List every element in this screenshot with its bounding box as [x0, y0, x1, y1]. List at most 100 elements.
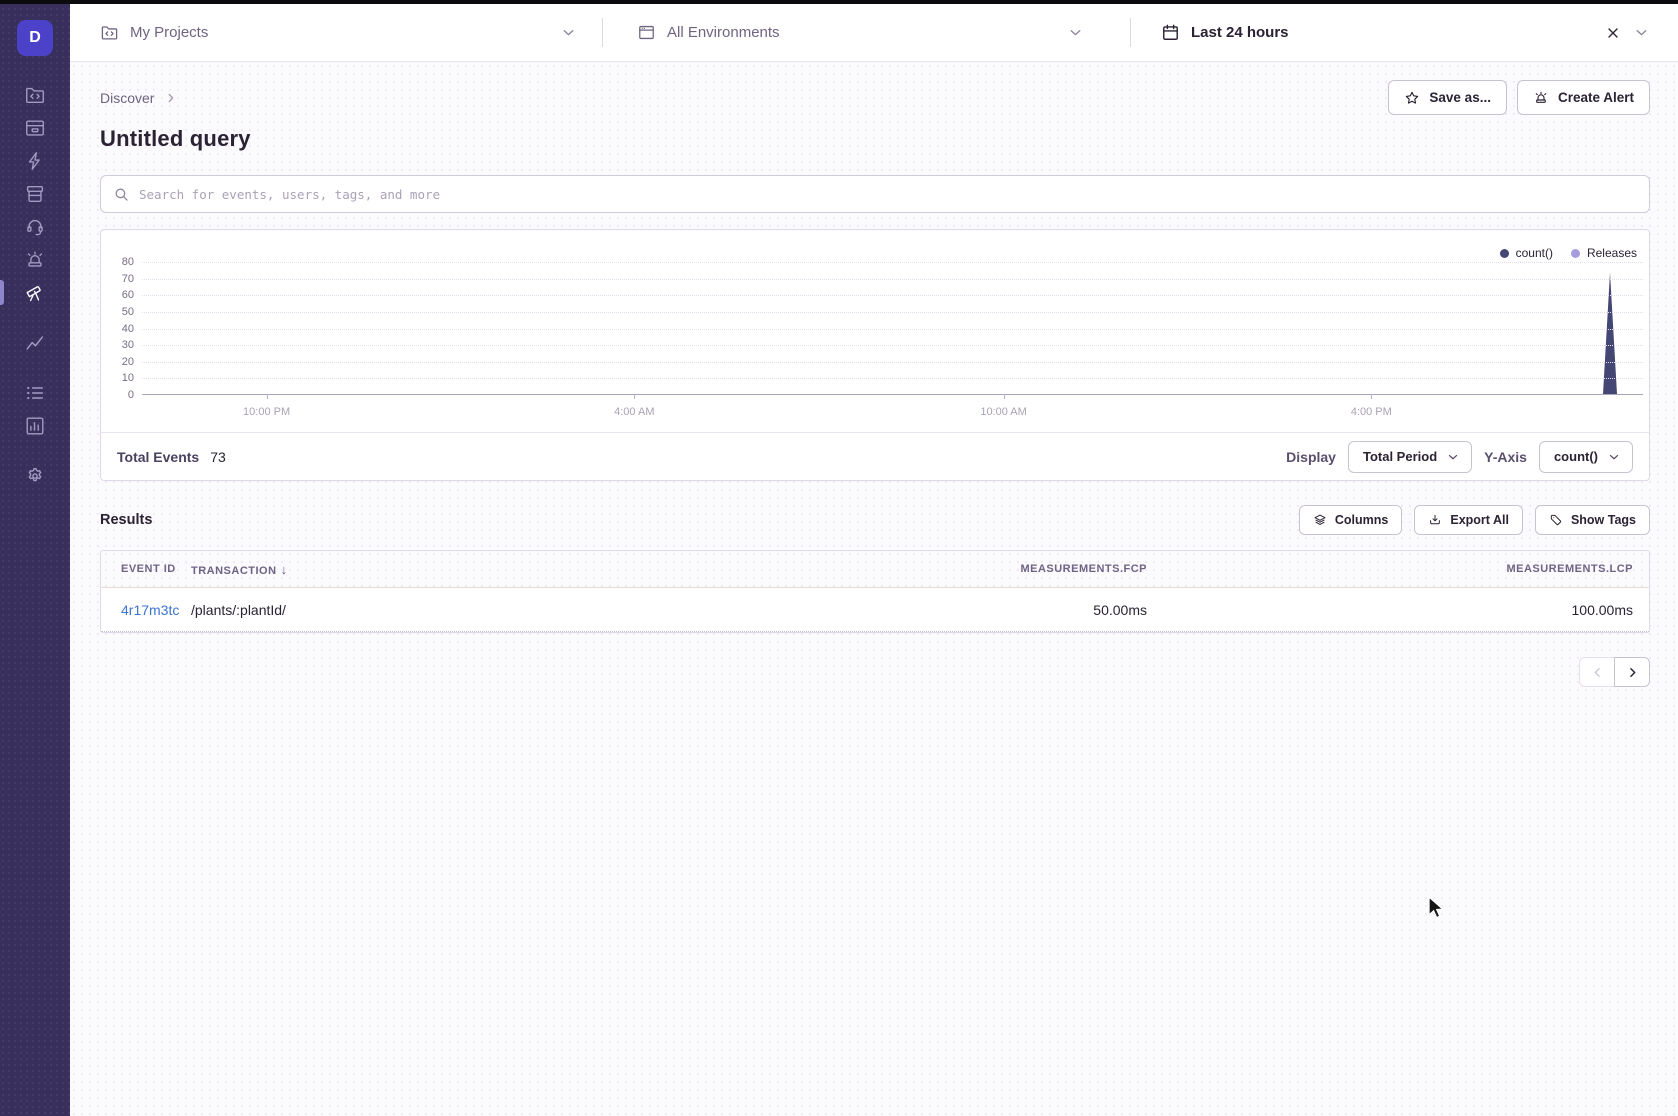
- topbar: My Projects All Environments: [70, 0, 1678, 62]
- date-filter-dropdown[interactable]: Last 24 hours: [1131, 4, 1678, 61]
- org-avatar[interactable]: D: [17, 20, 53, 56]
- y-axis-tick: 70: [122, 273, 134, 285]
- table-header-row: EVENT ID TRANSACTION ↓ MEASUREMENTS.FCP M…: [101, 551, 1649, 588]
- x-axis-tick: 10:00 PM: [243, 406, 290, 418]
- sidebar-item-settings[interactable]: [0, 459, 70, 492]
- display-label: Display: [1286, 449, 1336, 465]
- sidebar-item-performance[interactable]: [0, 144, 70, 177]
- project-filter-dropdown[interactable]: My Projects: [70, 4, 602, 61]
- page-head: Discover Save as...: [100, 62, 1650, 152]
- search-bar: [100, 175, 1650, 213]
- search-icon: [113, 186, 130, 203]
- legend-label: count(): [1516, 246, 1553, 260]
- clear-date-icon[interactable]: [1605, 25, 1621, 41]
- page-content: Discover Save as...: [70, 62, 1678, 1116]
- y-axis-tick: 50: [122, 306, 134, 318]
- sort-desc-arrow-icon: ↓: [281, 562, 288, 577]
- project-filter-label: My Projects: [130, 24, 208, 41]
- sidebar-item-dashboards[interactable]: [0, 326, 70, 359]
- results-head: Results Columns Export All: [100, 505, 1650, 535]
- x-axis-tickmark: [267, 394, 268, 399]
- legend-dot: [1571, 249, 1580, 258]
- chevron-right-icon: [1625, 665, 1640, 680]
- main-area: My Projects All Environments: [70, 0, 1678, 1116]
- environment-filter-dropdown[interactable]: All Environments: [603, 4, 1130, 61]
- lightning-icon: [24, 150, 46, 172]
- export-all-button[interactable]: Export All: [1414, 505, 1523, 535]
- columns-button[interactable]: Columns: [1299, 505, 1402, 535]
- download-icon: [1428, 513, 1442, 527]
- x-axis-tickmark: [1004, 394, 1005, 399]
- legend-entry-count[interactable]: count(): [1500, 246, 1553, 260]
- search-input[interactable]: [139, 187, 1637, 202]
- y-axis-tick: 20: [122, 356, 134, 368]
- column-header-event-id[interactable]: EVENT ID: [101, 563, 191, 575]
- column-header-transaction[interactable]: TRANSACTION ↓: [191, 562, 851, 577]
- sidebar-item-alerts[interactable]: [0, 243, 70, 276]
- date-filter-label: Last 24 hours: [1191, 24, 1289, 41]
- x-axis-tick: 10:00 AM: [980, 406, 1026, 418]
- chevron-left-icon: [1590, 665, 1605, 680]
- y-axis-tick: 80: [122, 256, 134, 268]
- legend-entry-releases[interactable]: Releases: [1571, 246, 1637, 260]
- x-axis-tickmark: [634, 394, 635, 399]
- create-alert-button[interactable]: Create Alert: [1517, 80, 1650, 115]
- event-id-link[interactable]: 4r17m3tc: [101, 602, 191, 618]
- x-axis-tickmark: [1371, 394, 1372, 399]
- app-root: D My Projects All Environments: [0, 0, 1678, 1116]
- chevron-down-icon: [1067, 24, 1084, 41]
- sidebar-item-activity[interactable]: [0, 376, 70, 409]
- headset-icon: [24, 216, 46, 238]
- y-axis-tick: 0: [128, 389, 134, 401]
- save-as-button[interactable]: Save as...: [1388, 80, 1507, 115]
- column-header-measurements-fcp[interactable]: MEASUREMENTS.FCP: [851, 563, 1151, 575]
- sidebar-item-support[interactable]: [0, 210, 70, 243]
- save-as-label: Save as...: [1429, 90, 1491, 105]
- sidebar-item-stats[interactable]: [0, 409, 70, 442]
- sidebar-item-discover[interactable]: [0, 276, 70, 309]
- chart-panel-footer: Total Events 73 Display Total Period Y-A…: [101, 432, 1649, 480]
- next-page-button[interactable]: [1614, 657, 1650, 687]
- bar-chart-icon: [24, 415, 46, 437]
- chart-region: count() Releases 80706050403020100 10:00…: [101, 230, 1649, 432]
- legend-label: Releases: [1587, 246, 1637, 260]
- chart-plot[interactable]: [142, 262, 1643, 395]
- window-top-edge: [0, 0, 1678, 4]
- calendar-icon: [1161, 23, 1180, 42]
- x-axis-tick: 4:00 AM: [614, 406, 654, 418]
- code-folder-icon: [24, 84, 46, 106]
- code-folder-icon: [100, 23, 119, 42]
- sidebar-item-issues[interactable]: [0, 111, 70, 144]
- gear-icon: [24, 465, 46, 487]
- sidebar-item-projects[interactable]: [0, 78, 70, 111]
- telescope-icon: [24, 282, 46, 304]
- results-table: EVENT ID TRANSACTION ↓ MEASUREMENTS.FCP M…: [100, 550, 1650, 633]
- gridline: [142, 378, 1643, 379]
- previous-page-button[interactable]: [1579, 657, 1615, 687]
- tag-icon: [1549, 513, 1563, 527]
- breadcrumb-discover-link[interactable]: Discover: [100, 90, 154, 106]
- sidebar-item-releases[interactable]: [0, 177, 70, 210]
- star-icon: [1404, 90, 1420, 106]
- column-header-transaction-label: TRANSACTION: [191, 565, 277, 577]
- chevron-right-icon: [164, 91, 178, 105]
- y-axis-tick: 60: [122, 289, 134, 301]
- y-axis-label: Y-Axis: [1484, 449, 1527, 465]
- sidebar: D: [0, 0, 70, 1116]
- display-select[interactable]: Total Period: [1348, 441, 1472, 473]
- gridline: [142, 345, 1643, 346]
- column-header-measurements-lcp[interactable]: MEASUREMENTS.LCP: [1151, 563, 1649, 575]
- gridline: [142, 295, 1643, 296]
- count-spike: [1601, 261, 1619, 394]
- siren-icon: [24, 249, 46, 271]
- dotted-list-icon: [24, 382, 46, 404]
- archive-box-icon: [24, 183, 46, 205]
- show-tags-button[interactable]: Show Tags: [1535, 505, 1650, 535]
- total-events-label: Total Events: [117, 449, 199, 465]
- y-axis-select[interactable]: count(): [1539, 441, 1633, 473]
- total-events-value: 73: [210, 449, 226, 465]
- window-icon: [637, 23, 656, 42]
- layers-icon: [1313, 513, 1327, 527]
- gridline: [142, 362, 1643, 363]
- chart-legend: count() Releases: [1500, 246, 1637, 260]
